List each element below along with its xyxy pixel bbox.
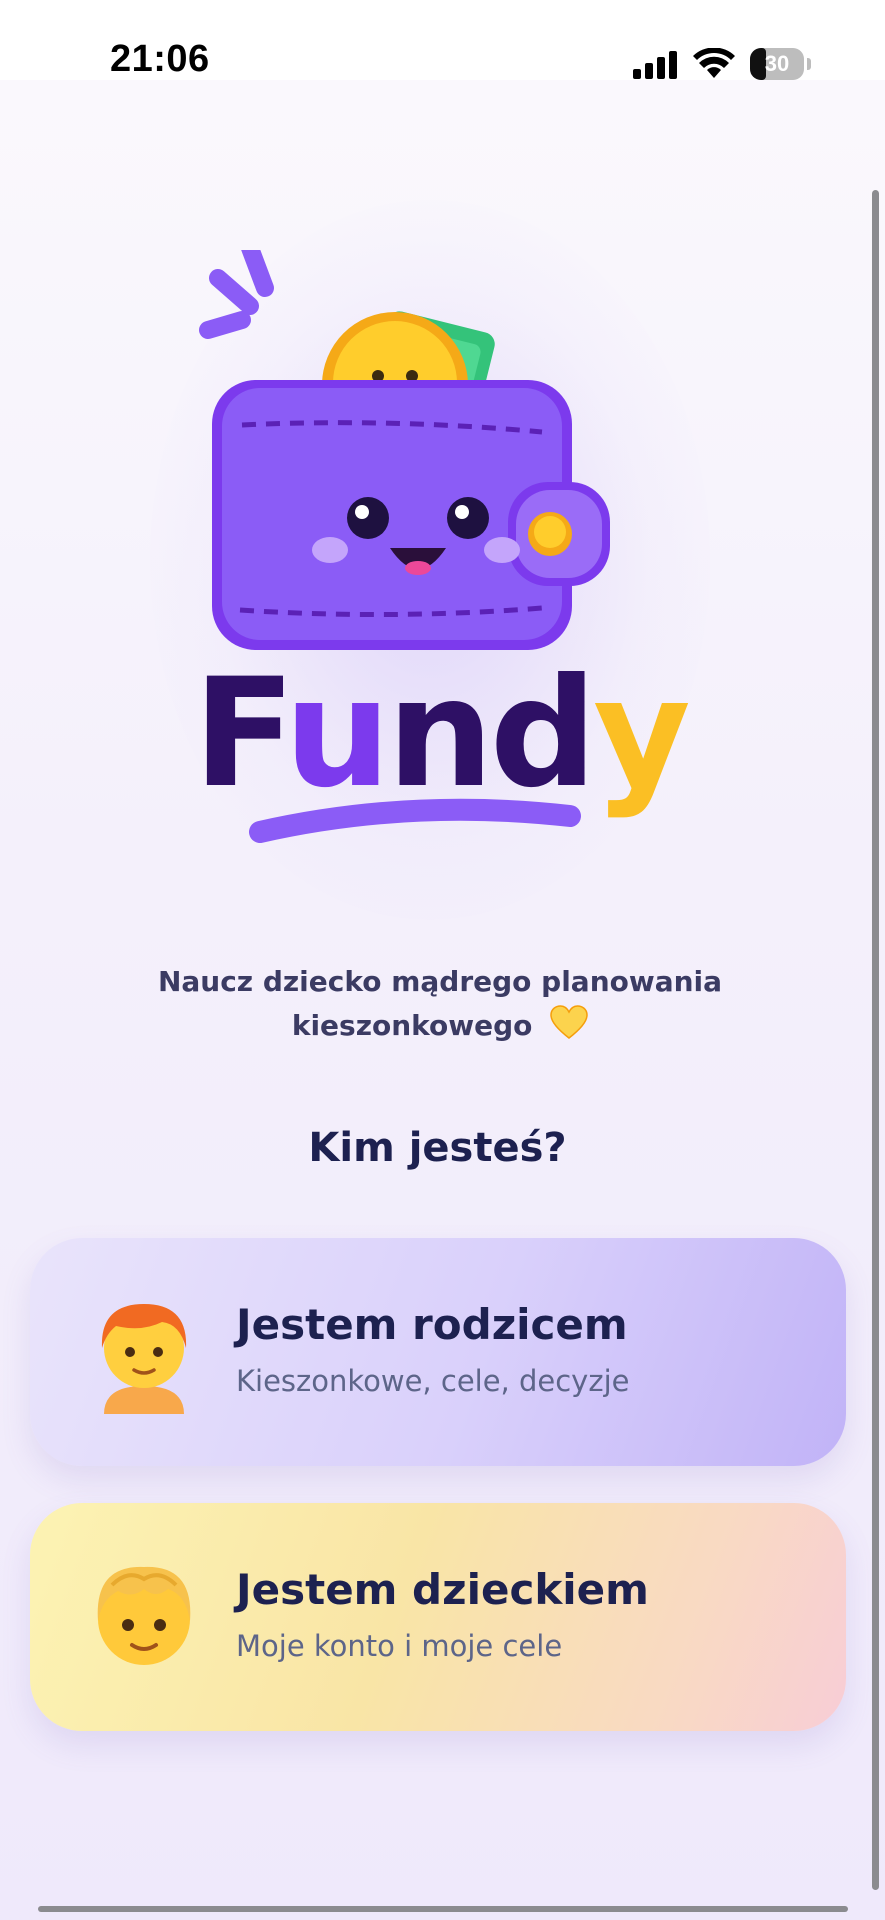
home-indicator[interactable] (38, 1906, 848, 1912)
child-role-subtitle: Moje konto i moje cele (236, 1629, 563, 1663)
svg-text:Fundy: Fundy (193, 647, 689, 821)
child-role-title: Jestem dzieckiem (236, 1565, 649, 1614)
fundy-logo: Fundy (193, 250, 693, 843)
battery-level-text: 30 (764, 51, 790, 76)
child-role-button[interactable]: Jestem dzieckiem Moje konto i moje cele (30, 1503, 846, 1731)
cellular-signal-icon (633, 51, 677, 79)
parent-avatar-icon (101, 1304, 187, 1414)
brand-letter-f: F (193, 647, 284, 821)
battery-indicator: 30 (750, 48, 804, 80)
status-bar: 21:06 30 (0, 0, 885, 80)
parent-role-title: Jestem rodzicem (236, 1300, 628, 1349)
status-time: 21:06 (110, 38, 210, 80)
child-avatar-icon (97, 1566, 191, 1665)
vertical-scrollbar[interactable] (872, 190, 879, 1890)
yellow-heart-icon (550, 1005, 588, 1039)
parent-role-subtitle: Kieszonkowe, cele, decyzje (236, 1364, 630, 1398)
role-question: Kim jesteś? (308, 1125, 567, 1171)
tagline: Naucz dziecko mądrego planowania kieszon… (120, 960, 760, 1048)
wallet-mascot-icon (199, 250, 610, 650)
parent-role-button[interactable]: Jestem rodzicem Kieszonkowe, cele, decyz… (30, 1238, 846, 1466)
tagline-text: Naucz dziecko mądrego planowania kieszon… (157, 965, 723, 1042)
wifi-icon (693, 48, 735, 78)
brand-letter-y: y (593, 647, 689, 821)
battery-cap (807, 58, 811, 70)
brand-letters-nd: nd (387, 647, 593, 821)
brand-letter-u: u (284, 647, 387, 821)
